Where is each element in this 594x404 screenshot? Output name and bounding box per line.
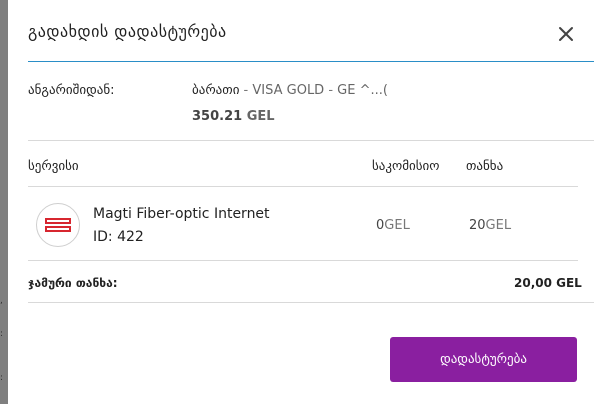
total-value: 20,00 GEL bbox=[514, 276, 582, 290]
balance-value: 350.21 bbox=[192, 109, 243, 124]
section-divider bbox=[28, 140, 594, 141]
column-header-amount: თანხა bbox=[466, 159, 504, 174]
modal-header: გადახდის დადასტურება bbox=[8, 0, 594, 62]
backdrop-overlay[interactable] bbox=[0, 0, 8, 404]
commission-cell: 0GEL bbox=[376, 218, 410, 233]
balance-currency: GEL bbox=[246, 109, 275, 124]
backdrop-text-fragment: : bbox=[0, 373, 4, 383]
card-name: VISA GOLD bbox=[252, 83, 325, 98]
backdrop-text-fragment: , bbox=[0, 296, 3, 306]
header-divider bbox=[28, 61, 594, 62]
table-divider bbox=[28, 186, 578, 187]
account-separator: - bbox=[324, 83, 338, 98]
account-details: ბარათი - VISA GOLD - GE ^...( bbox=[192, 83, 388, 98]
amount-cell: 20GEL bbox=[469, 218, 511, 233]
column-header-commission: საკომისიო bbox=[372, 159, 440, 174]
close-icon[interactable] bbox=[556, 24, 576, 44]
account-separator: - bbox=[239, 83, 253, 98]
commission-currency: GEL bbox=[384, 218, 410, 233]
account-number-masked: GE ^...( bbox=[337, 83, 388, 98]
column-header-service: სერვისი bbox=[28, 159, 79, 174]
magti-logo-icon bbox=[36, 203, 80, 247]
payment-confirmation-modal: გადახდის დადასტურება ანგარიშიდან: ბარათი… bbox=[8, 0, 594, 404]
from-account-label: ანგარიშიდან: bbox=[28, 83, 115, 98]
confirm-button[interactable]: დადასტურება bbox=[390, 337, 577, 382]
amount-value: 20 bbox=[469, 218, 486, 233]
account-type: ბარათი bbox=[192, 83, 240, 98]
modal-title: გადახდის დადასტურება bbox=[28, 22, 227, 41]
account-balance: 350.21 GEL bbox=[192, 109, 275, 124]
footer-divider bbox=[28, 302, 594, 303]
total-label: ჯამური თანხა: bbox=[28, 276, 118, 290]
service-name: Magti Fiber-optic Internet bbox=[93, 206, 270, 222]
table-divider bbox=[28, 260, 578, 261]
service-id: ID: 422 bbox=[93, 229, 144, 245]
amount-currency: GEL bbox=[485, 218, 512, 233]
backdrop-text-fragment: : bbox=[0, 329, 4, 339]
